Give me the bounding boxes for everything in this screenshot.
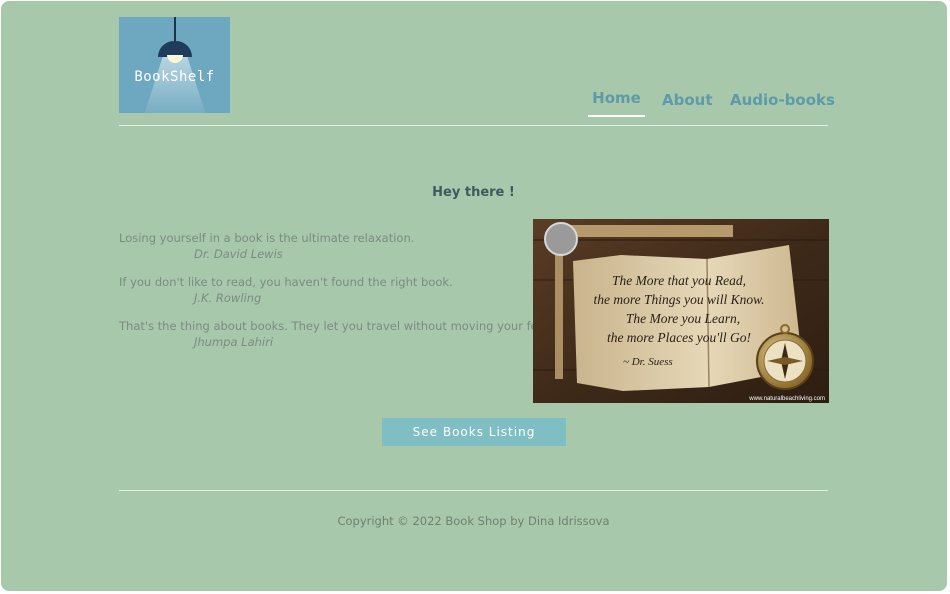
bookshelf-logo[interactable]: BookShelf [119,17,230,113]
quote-text: If you don't like to read, you haven't f… [119,275,453,289]
reading-quote-image: The More that you Read, the more Things … [533,219,829,403]
quote-text: That's the thing about books. They let y… [119,319,553,333]
lamp-light-beam [144,57,206,113]
nav-about[interactable]: About [662,91,713,109]
header-divider [119,125,828,126]
image-signature: ~ Dr. Suess [623,356,673,368]
image-quote-line: the more Places you'll Go! [607,330,751,345]
quote-author: Jhumpa Lahiri [194,335,274,349]
quote-text: Losing yourself in a book is the ultimat… [119,231,415,245]
logo-text: BookShelf [134,69,215,85]
nav-active-indicator [588,115,645,117]
nav-audio-books[interactable]: Audio-books [730,91,835,109]
ruler-shape [563,225,733,237]
lamp-cord [174,17,176,43]
footer-divider [119,490,828,491]
image-quote-line: the more Things you will Know. [593,292,764,307]
image-quote-line: The More you Learn, [626,311,740,326]
nav-home[interactable]: Home [588,89,645,107]
image-quote-line: The More that you Read, [612,273,746,288]
image-watermark: www.naturalbeachliving.com [748,396,825,402]
page-frame: BookShelf Home About Audio-books Hey the… [1,1,947,591]
quote-author: J.K. Rowling [194,291,262,305]
protractor-shape [544,222,578,256]
quote-author: Dr. David Lewis [194,247,283,261]
copyright-text: Copyright © 2022 Book Shop by Dina Idris… [337,514,610,528]
see-books-listing-button[interactable]: See Books Listing [382,418,566,446]
greeting-heading: Hey there ! [432,185,515,200]
